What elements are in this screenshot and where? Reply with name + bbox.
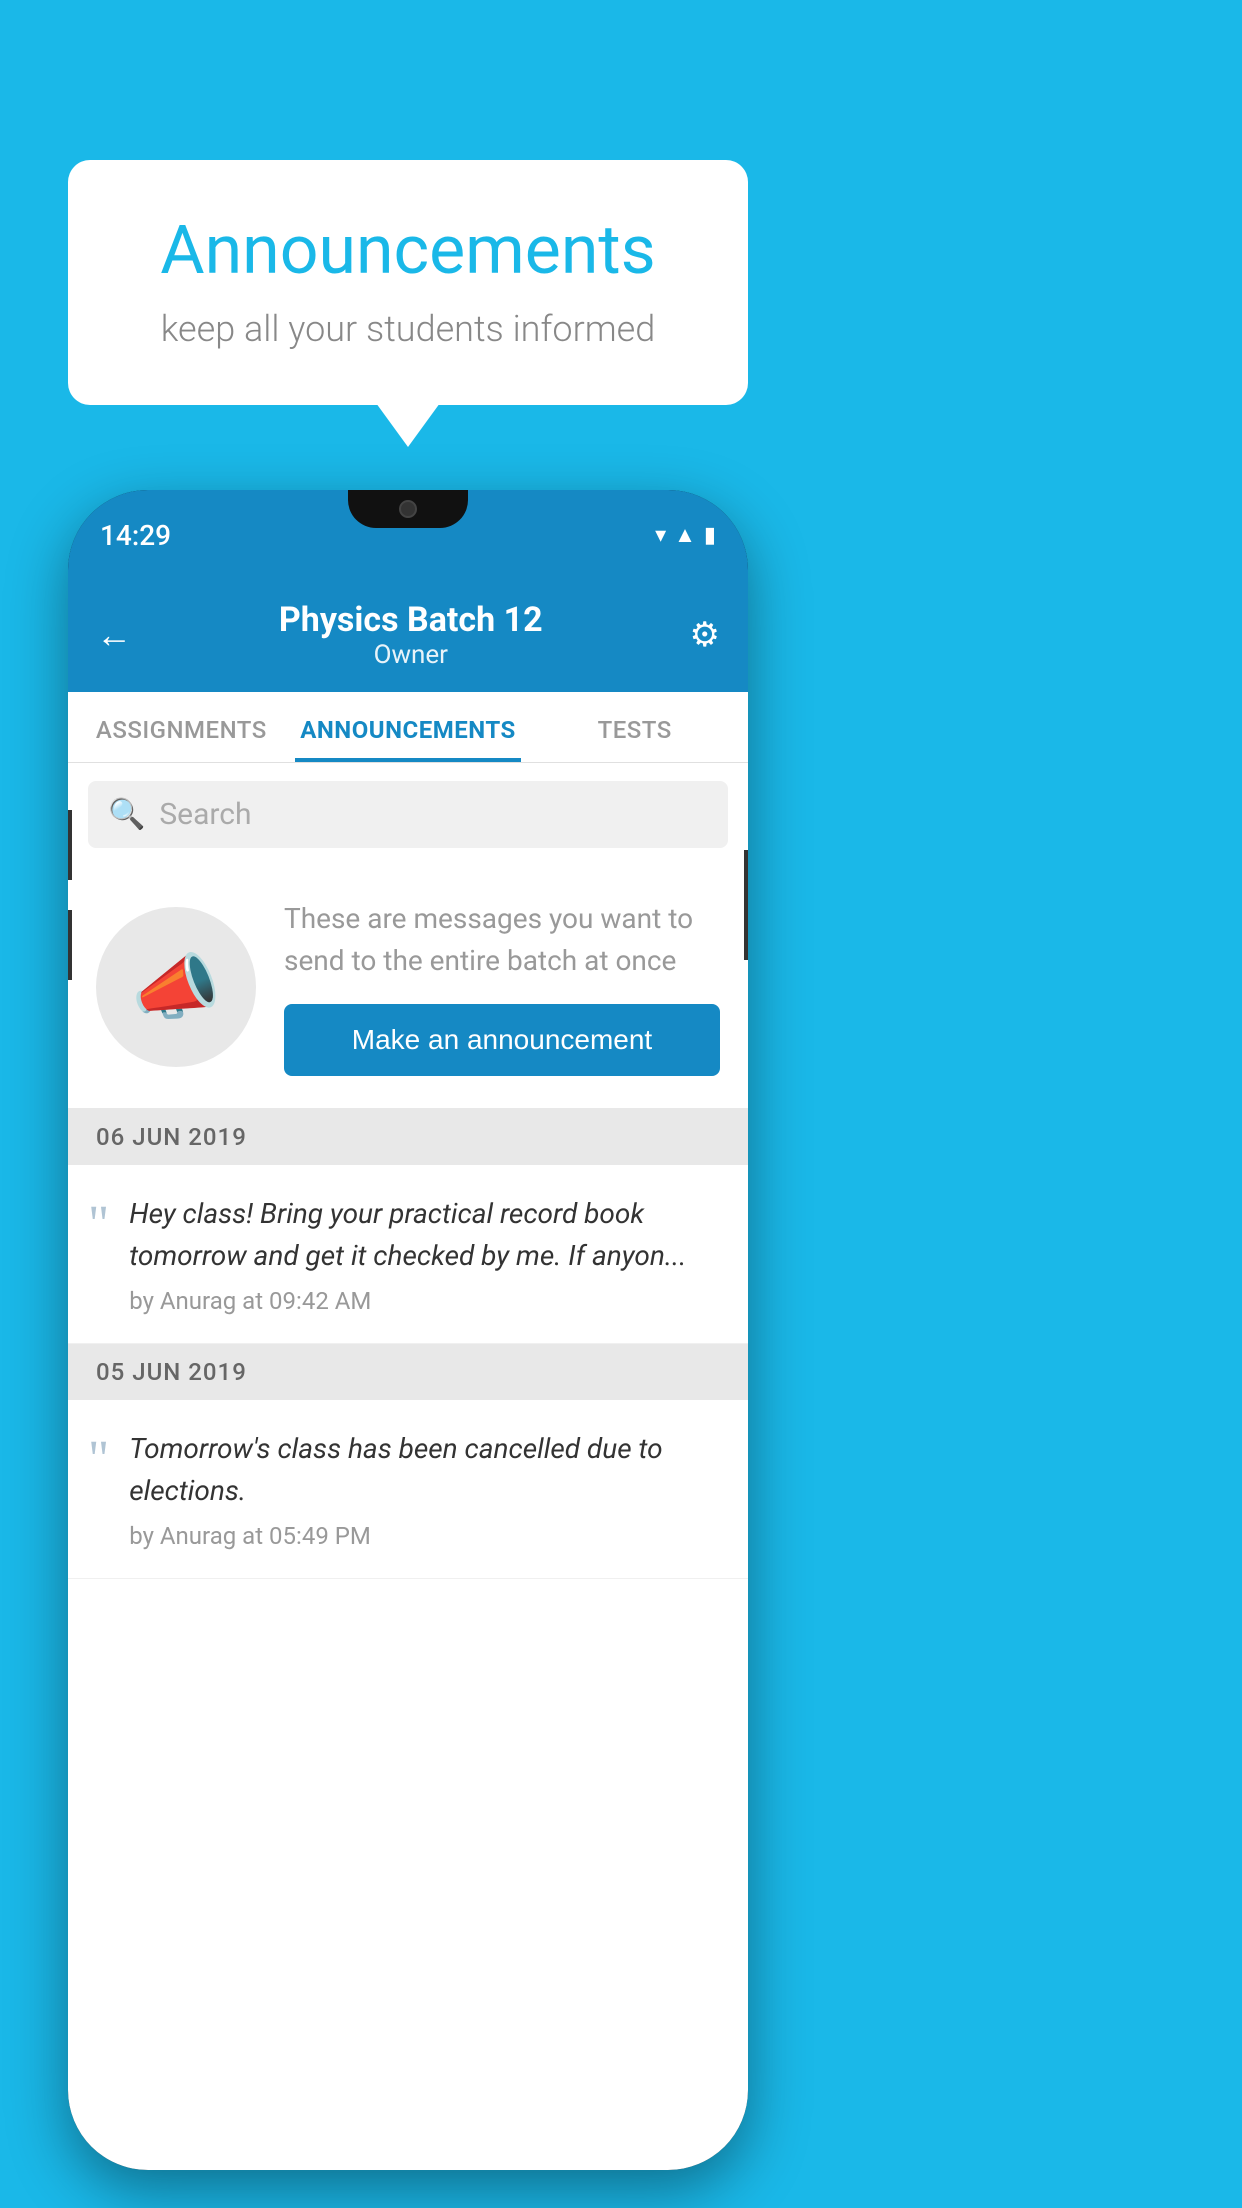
make-announcement-button[interactable]: Make an announcement <box>284 1004 720 1076</box>
announcement-meta-1: by Anurag at 09:42 AM <box>129 1287 720 1315</box>
tab-tests[interactable]: TESTS <box>521 692 748 762</box>
date-header-1: 06 JUN 2019 <box>68 1109 748 1165</box>
quote-icon-2: " <box>88 1428 109 1486</box>
header-title: Physics Batch 12 Owner <box>279 600 543 670</box>
announcement-item-1: " Hey class! Bring your practical record… <box>68 1165 748 1344</box>
wifi-icon: ▾ <box>655 523 666 548</box>
announcement-text-wrap-2: Tomorrow's class has been cancelled due … <box>129 1428 720 1550</box>
speech-bubble: Announcements keep all your students inf… <box>68 160 748 405</box>
signal-icon: ▲ <box>674 522 696 548</box>
date-header-2: 05 JUN 2019 <box>68 1344 748 1400</box>
role-label: Owner <box>279 640 543 670</box>
tabs-bar: ASSIGNMENTS ANNOUNCEMENTS TESTS <box>68 692 748 763</box>
tab-assignments[interactable]: ASSIGNMENTS <box>68 692 295 762</box>
megaphone-icon: 📣 <box>131 945 221 1030</box>
speech-bubble-box: Announcements keep all your students inf… <box>68 160 748 405</box>
speech-bubble-title: Announcements <box>128 210 688 290</box>
status-bar: 14:29 ▾ ▲ ▮ <box>68 490 748 580</box>
promo-card: 📣 These are messages you want to send to… <box>68 866 748 1109</box>
status-icons: ▾ ▲ ▮ <box>655 522 716 548</box>
announcement-meta-2: by Anurag at 05:49 PM <box>129 1522 720 1550</box>
search-container: 🔍 Search <box>68 763 748 866</box>
speech-bubble-subtitle: keep all your students informed <box>128 308 688 350</box>
announcement-text-wrap-1: Hey class! Bring your practical record b… <box>129 1193 720 1315</box>
settings-button[interactable]: ⚙ <box>690 615 720 655</box>
back-button[interactable]: ← <box>96 614 132 656</box>
volume-down-button <box>68 910 72 980</box>
phone-notch <box>348 490 468 528</box>
search-bar[interactable]: 🔍 Search <box>88 781 728 848</box>
power-button <box>744 850 748 960</box>
tab-announcements[interactable]: ANNOUNCEMENTS <box>295 692 522 762</box>
announcement-text-1: Hey class! Bring your practical record b… <box>129 1193 720 1277</box>
front-camera <box>399 500 417 518</box>
battery-icon: ▮ <box>704 523 716 548</box>
search-icon: 🔍 <box>108 797 145 832</box>
promo-description: These are messages you want to send to t… <box>284 898 720 982</box>
search-placeholder: Search <box>159 797 251 832</box>
promo-text-area: These are messages you want to send to t… <box>284 898 720 1076</box>
quote-icon-1: " <box>88 1193 109 1251</box>
announcement-text-2: Tomorrow's class has been cancelled due … <box>129 1428 720 1512</box>
volume-up-button <box>68 810 72 880</box>
phone-frame: 14:29 ▾ ▲ ▮ ← Physics Batch 12 Owner ⚙ A… <box>68 490 748 2170</box>
phone-screen: ← Physics Batch 12 Owner ⚙ ASSIGNMENTS A… <box>68 580 748 2170</box>
status-time: 14:29 <box>100 519 171 552</box>
announcement-item-2: " Tomorrow's class has been cancelled du… <box>68 1400 748 1579</box>
app-header: ← Physics Batch 12 Owner ⚙ <box>68 580 748 692</box>
batch-name: Physics Batch 12 <box>279 600 543 640</box>
promo-icon-circle: 📣 <box>96 907 256 1067</box>
